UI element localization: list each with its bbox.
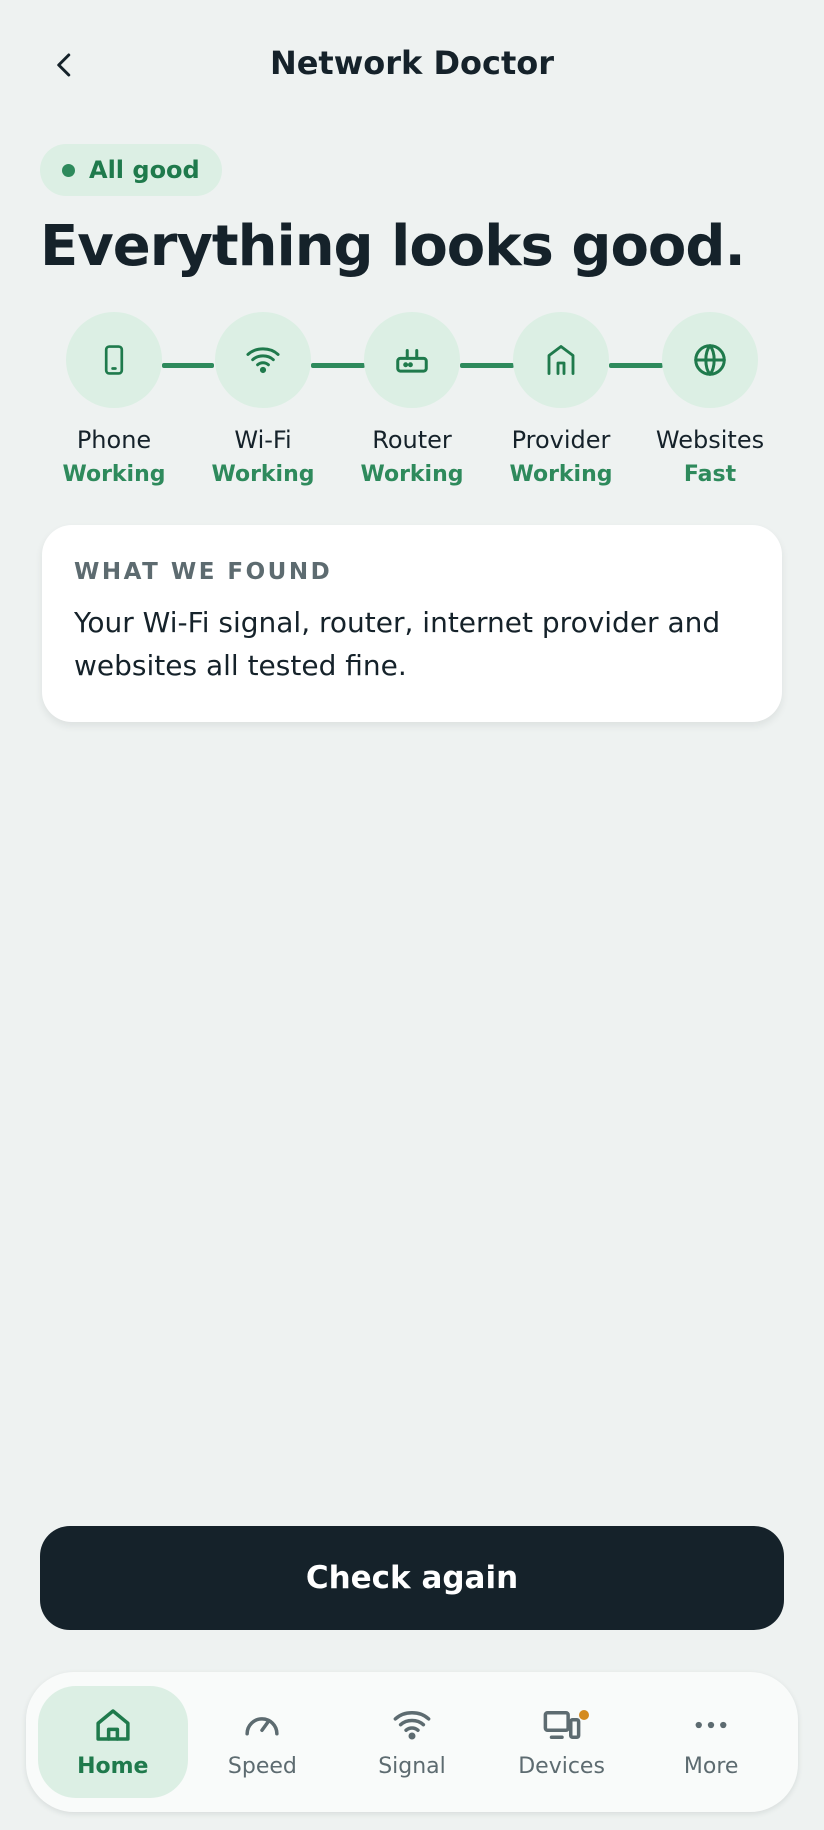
chain-node-name: Router	[372, 426, 452, 454]
bottom-nav: Home Speed Signal Devices More	[26, 1672, 798, 1812]
chain-node-wifi[interactable]: Wi-Fi Working	[188, 312, 338, 490]
chain-node-name: Phone	[76, 426, 152, 454]
chain-node-state: Working	[360, 462, 464, 487]
devices-icon	[540, 1703, 584, 1747]
headline: Everything looks good.	[40, 214, 746, 279]
chain-node-name: Websites	[655, 426, 765, 454]
network-doctor-screen: Network Doctor All good Everything looks…	[0, 0, 824, 1830]
findings-body: Your Wi-Fi signal, router, internet prov…	[74, 606, 721, 682]
speedometer-icon	[240, 1703, 284, 1747]
nav-label: Signal	[378, 1754, 446, 1779]
chain-node-state: Fast	[683, 462, 737, 487]
more-dots-icon	[689, 1703, 733, 1747]
globe-icon	[694, 344, 726, 376]
findings-heading: WHAT WE FOUND	[74, 559, 333, 585]
phone-icon	[104, 345, 124, 375]
nav-item-devices[interactable]: Devices	[487, 1686, 637, 1798]
chain-node-phone[interactable]: Phone Working	[39, 312, 189, 490]
chain-node-websites[interactable]: Websites Fast	[635, 312, 785, 490]
nav-label: Devices	[518, 1754, 605, 1779]
chain-node-circle	[513, 312, 609, 408]
status-dot-icon	[62, 163, 75, 177]
wifi-icon	[390, 1703, 434, 1747]
notification-badge	[578, 1710, 589, 1720]
chain-node-state: Working	[509, 462, 613, 487]
chain-node-circle	[66, 312, 162, 408]
router-icon	[396, 348, 428, 373]
home-icon	[91, 1703, 135, 1747]
nav-item-home[interactable]: Home	[38, 1686, 188, 1798]
chain-node-circle	[215, 312, 311, 408]
chain-node-state: Working	[211, 462, 315, 487]
nav-item-signal[interactable]: Signal	[337, 1686, 487, 1798]
chain-node-name: Provider	[511, 426, 611, 454]
connection-chain: Phone Working Wi-Fi Working Router Worki…	[0, 312, 824, 502]
nav-label: Speed	[227, 1754, 297, 1779]
nav-item-speed[interactable]: Speed	[188, 1686, 338, 1798]
status-label: All good	[89, 156, 200, 184]
page-title: Network Doctor	[269, 44, 555, 82]
wifi-icon	[246, 347, 280, 374]
chain-node-circle	[662, 312, 758, 408]
findings-card: WHAT WE FOUND Your Wi-Fi signal, router,…	[42, 525, 782, 722]
chain-node-circle	[364, 312, 460, 408]
chain-node-state: Working	[62, 462, 166, 487]
status-badge: All good	[40, 144, 222, 196]
chain-node-router[interactable]: Router Working	[337, 312, 487, 490]
chain-node-provider[interactable]: Provider Working	[486, 312, 636, 490]
nav-item-more[interactable]: More	[636, 1686, 786, 1798]
chain-node-name: Wi-Fi	[234, 426, 292, 454]
building-icon	[547, 345, 575, 375]
check-again-button[interactable]: Check again	[40, 1526, 784, 1630]
nav-label: Home	[77, 1754, 149, 1779]
header: Network Doctor	[0, 0, 824, 125]
nav-label: More	[683, 1754, 739, 1779]
